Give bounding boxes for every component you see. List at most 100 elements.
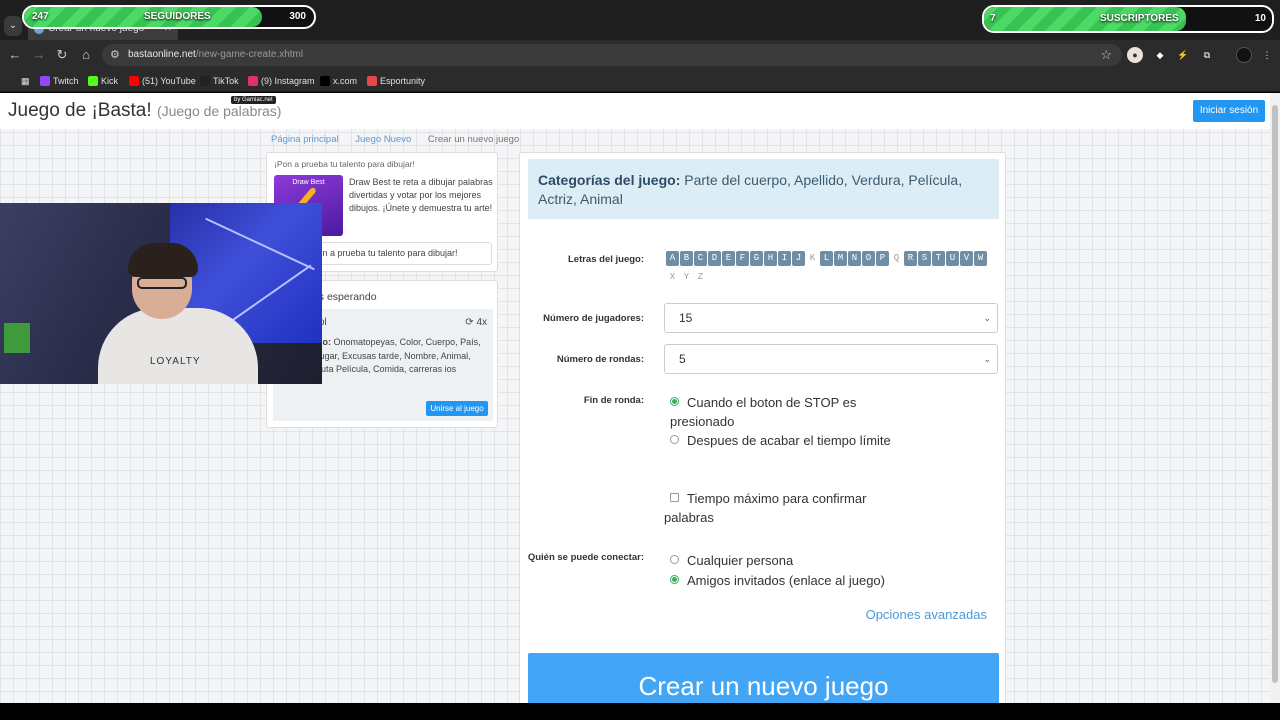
youtube-icon — [129, 76, 139, 86]
followers-progress-fill — [24, 7, 262, 27]
bookmark-twitch[interactable]: Twitch — [40, 74, 79, 88]
letter-chip[interactable]: S — [918, 251, 931, 266]
letter-chip[interactable]: B — [680, 251, 693, 266]
letter-chip[interactable]: P — [876, 251, 889, 266]
game-player-count: ⟳ 4x — [465, 317, 487, 328]
toolbar: ← → ↻ ⌂ ⚙ bastaonline.net/new-game-creat… — [0, 40, 1280, 70]
radio-selected[interactable] — [670, 397, 679, 406]
reload-icon[interactable]: ↻ — [53, 46, 71, 64]
letter-chip[interactable]: U — [946, 251, 959, 266]
game-count-value: 4x — [476, 317, 487, 328]
letter-chip[interactable]: D — [708, 251, 721, 266]
extensions-puzzle-icon[interactable]: ⧉ — [1199, 47, 1215, 63]
bookmark-label: Esportunity — [380, 76, 426, 86]
subscribers-goal: 10 — [1254, 13, 1266, 24]
home-icon[interactable]: ⌂ — [77, 46, 95, 64]
players-select[interactable]: 15 ⌄ — [664, 303, 998, 333]
who-can-join-label: Quién se puede conectar: — [527, 552, 644, 563]
letter-chip[interactable]: F — [736, 251, 749, 266]
letter-chip[interactable]: E — [722, 251, 735, 266]
letter-chip[interactable]: Q — [890, 251, 903, 266]
twitch-icon — [40, 76, 50, 86]
create-game-form: Categorías del juego: Parte del cuerpo, … — [519, 152, 1006, 703]
login-button[interactable]: Iniciar sesión — [1193, 100, 1265, 122]
confirm-time-option[interactable]: Tiempo máximo para confirmar palabras — [664, 489, 904, 527]
join-game-button[interactable]: Unirse al juego — [426, 401, 488, 416]
bookmark-x[interactable]: x.com — [320, 74, 357, 88]
letter-chip[interactable]: G — [750, 251, 763, 266]
address-bar[interactable]: ⚙ bastaonline.net/new-game-create.xhtml … — [102, 44, 1122, 66]
create-game-button[interactable]: Crear un nuevo juego — [528, 653, 999, 703]
x-icon — [320, 76, 330, 86]
extension-diamond-icon[interactable]: ◆ — [1152, 47, 1168, 63]
rounds-select[interactable]: 5 ⌄ — [664, 344, 998, 374]
bookmark-instagram[interactable]: (9) Instagram — [248, 74, 315, 88]
streamer-body — [98, 308, 258, 384]
letter-chip[interactable]: K — [806, 251, 819, 266]
promo-text: Draw Best te reta a dibujar palabras div… — [349, 177, 493, 213]
chevron-down-icon: ⌄ — [983, 354, 991, 364]
bookmark-label: Kick — [101, 76, 119, 86]
round-end-time-option[interactable]: Despues de acabar el tiempo límite — [670, 431, 900, 450]
advanced-options-link[interactable]: Opciones avanzadas — [866, 607, 987, 622]
letter-chip[interactable]: O — [862, 251, 875, 266]
round-end-stop-option[interactable]: Cuando el boton de STOP es presionado — [670, 393, 900, 431]
forward-icon[interactable]: → — [30, 46, 48, 64]
url-path: /new-game-create.xhtml — [195, 49, 304, 60]
letter-chip[interactable]: H — [764, 251, 777, 266]
letter-chip[interactable]: Z — [694, 270, 707, 285]
followers-goal: 300 — [289, 11, 306, 22]
bookmark-label: TikTok — [213, 76, 239, 86]
letter-chip[interactable]: W — [974, 251, 987, 266]
letter-chip[interactable]: V — [960, 251, 973, 266]
back-icon[interactable]: ← — [6, 46, 24, 64]
tab-search-button[interactable]: ⌄ — [4, 16, 22, 36]
site-info-icon[interactable]: ⚙ — [110, 48, 120, 61]
bookmarks-bar: ▦ Twitch Kick (51) YouTube TikTok (9) In… — [0, 70, 1280, 92]
letter-chip[interactable]: Y — [680, 270, 693, 285]
extension-translate-icon[interactable]: ⚡ — [1175, 47, 1191, 63]
letter-chip[interactable]: L — [820, 251, 833, 266]
screen: ⌄ Crear un nuevo juego ✕ — ❐ 247 SEGUIDO… — [0, 0, 1280, 720]
letter-chip[interactable]: R — [904, 251, 917, 266]
who-friends-option[interactable]: Amigos invitados (enlace al juego) — [670, 571, 970, 590]
extension-avatar-icon[interactable]: ● — [1127, 47, 1143, 63]
breadcrumb-new-game[interactable]: Juego Nuevo — [355, 134, 411, 145]
streamer-glasses — [137, 277, 187, 289]
bookmark-label: (51) YouTube — [142, 76, 196, 86]
bookmark-label: (9) Instagram — [261, 76, 315, 86]
radio-unselected[interactable] — [670, 555, 679, 564]
letter-chip[interactable]: J — [792, 251, 805, 266]
letter-chip[interactable]: X — [666, 270, 679, 285]
apps-grid-icon[interactable]: ▦ — [8, 74, 30, 88]
bookmark-esportunity[interactable]: Esportunity — [367, 74, 425, 88]
profile-avatar-icon[interactable] — [1236, 47, 1252, 63]
page-content: Juego de ¡Basta! (Juego de palabras) by … — [0, 93, 1270, 703]
letter-chip[interactable]: I — [778, 251, 791, 266]
bookmark-youtube[interactable]: (51) YouTube — [129, 74, 196, 88]
letter-chip[interactable]: T — [932, 251, 945, 266]
letter-chip[interactable]: C — [694, 251, 707, 266]
letters-list: A B C D E F G H I J K L M N O P Q R S T U V W X Y Z — [666, 251, 996, 289]
confirm-time-checkbox[interactable] — [670, 493, 679, 502]
draw-best-image-label: Draw Best — [292, 179, 325, 186]
scroll-thumb[interactable] — [1272, 105, 1278, 683]
shirt-text: LOYALTY — [150, 356, 201, 367]
bookmark-star-icon[interactable]: ☆ — [1100, 47, 1112, 63]
bookmark-tiktok[interactable]: TikTok — [200, 74, 239, 88]
breadcrumb-home[interactable]: Página principal — [271, 134, 339, 145]
letter-chip[interactable]: A — [666, 251, 679, 266]
radio-selected[interactable] — [670, 575, 679, 584]
round-end-stop-label: Cuando el boton de STOP es presionado — [670, 395, 857, 429]
who-anyone-option[interactable]: Cualquier persona — [670, 551, 900, 570]
letter-chip[interactable]: M — [834, 251, 847, 266]
page-scrollbar[interactable] — [1270, 93, 1280, 703]
creeper-figure — [4, 323, 30, 353]
bottom-border — [0, 703, 1280, 720]
site-header: Juego de ¡Basta! (Juego de palabras) by … — [0, 93, 1270, 129]
letter-chip[interactable]: N — [848, 251, 861, 266]
players-value: 15 — [679, 311, 693, 325]
bookmark-kick[interactable]: Kick — [88, 74, 118, 88]
radio-unselected[interactable] — [670, 435, 679, 444]
menu-kebab-icon[interactable]: ⋮ — [1259, 47, 1275, 63]
